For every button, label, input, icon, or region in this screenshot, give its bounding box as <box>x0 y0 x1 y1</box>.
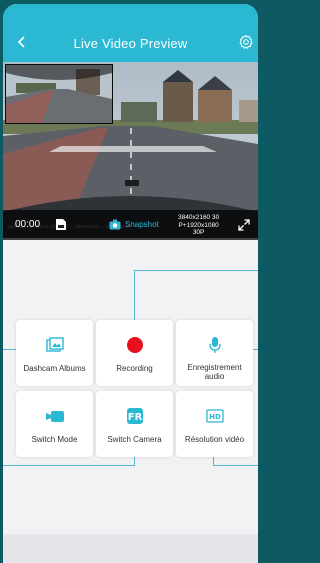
video-control-bar: 00:00 Snapshot 3840x2160 30 P+1920x1080 … <box>3 210 258 240</box>
dashcam-albums-button[interactable]: Dashcam Albums <box>16 320 93 386</box>
switch-mode-button[interactable]: Switch Mode <box>16 391 93 457</box>
svg-text:FR: FR <box>127 412 142 423</box>
resolution-line-1: 3840x2160 30 <box>178 214 220 221</box>
guide-line <box>3 465 135 466</box>
audio-recording-button[interactable]: Enregistrement audio <box>176 320 253 386</box>
switch-camera-icon: FR <box>126 408 143 424</box>
header-bar: Live Video Preview <box>3 4 258 62</box>
resolution-line-3: 30P <box>192 229 205 236</box>
video-camera-icon <box>45 411 64 422</box>
resolution-readout: 3840x2160 30 P+1920x1080 30P <box>178 214 219 237</box>
microphone-icon <box>208 337 221 353</box>
camera-icon[interactable] <box>109 219 121 230</box>
sd-card-icon <box>56 219 66 230</box>
album-icon <box>45 337 64 352</box>
recording-button[interactable]: Recording <box>96 320 173 386</box>
resolution-line-2: P+1920x1080 <box>178 221 219 229</box>
guide-line <box>213 465 258 466</box>
tile-label: Résolution vidéo <box>184 435 245 444</box>
video-resolution-button[interactable]: HD Résolution vidéo <box>176 391 253 457</box>
record-icon <box>126 337 143 353</box>
recording-timer: 00:00 <box>15 219 41 230</box>
tile-label: Dashcam Albums <box>23 364 86 373</box>
switch-camera-button[interactable]: FR Switch Camera <box>96 391 173 457</box>
fullscreen-icon[interactable] <box>238 219 250 231</box>
bottom-bar <box>3 534 258 563</box>
tile-label: Recording <box>116 364 153 373</box>
page-title: Live Video Preview <box>73 36 188 51</box>
tile-label: Switch Camera <box>107 435 162 444</box>
gear-icon[interactable] <box>238 34 254 50</box>
guide-line <box>134 270 135 321</box>
rear-camera-preview[interactable] <box>5 64 113 124</box>
snapshot-button[interactable]: Snapshot <box>125 220 159 229</box>
guide-line <box>3 349 17 350</box>
hd-icon: HD <box>205 409 224 423</box>
tile-label: Switch Mode <box>31 435 78 444</box>
tile-label: Enregistrement audio <box>187 363 242 381</box>
app-screen: Live Video Preview 00:00 Snapshot 3840x2… <box>3 4 258 563</box>
svg-text:HD: HD <box>209 413 221 421</box>
rear-road-image <box>6 65 112 123</box>
guide-line <box>134 270 258 271</box>
